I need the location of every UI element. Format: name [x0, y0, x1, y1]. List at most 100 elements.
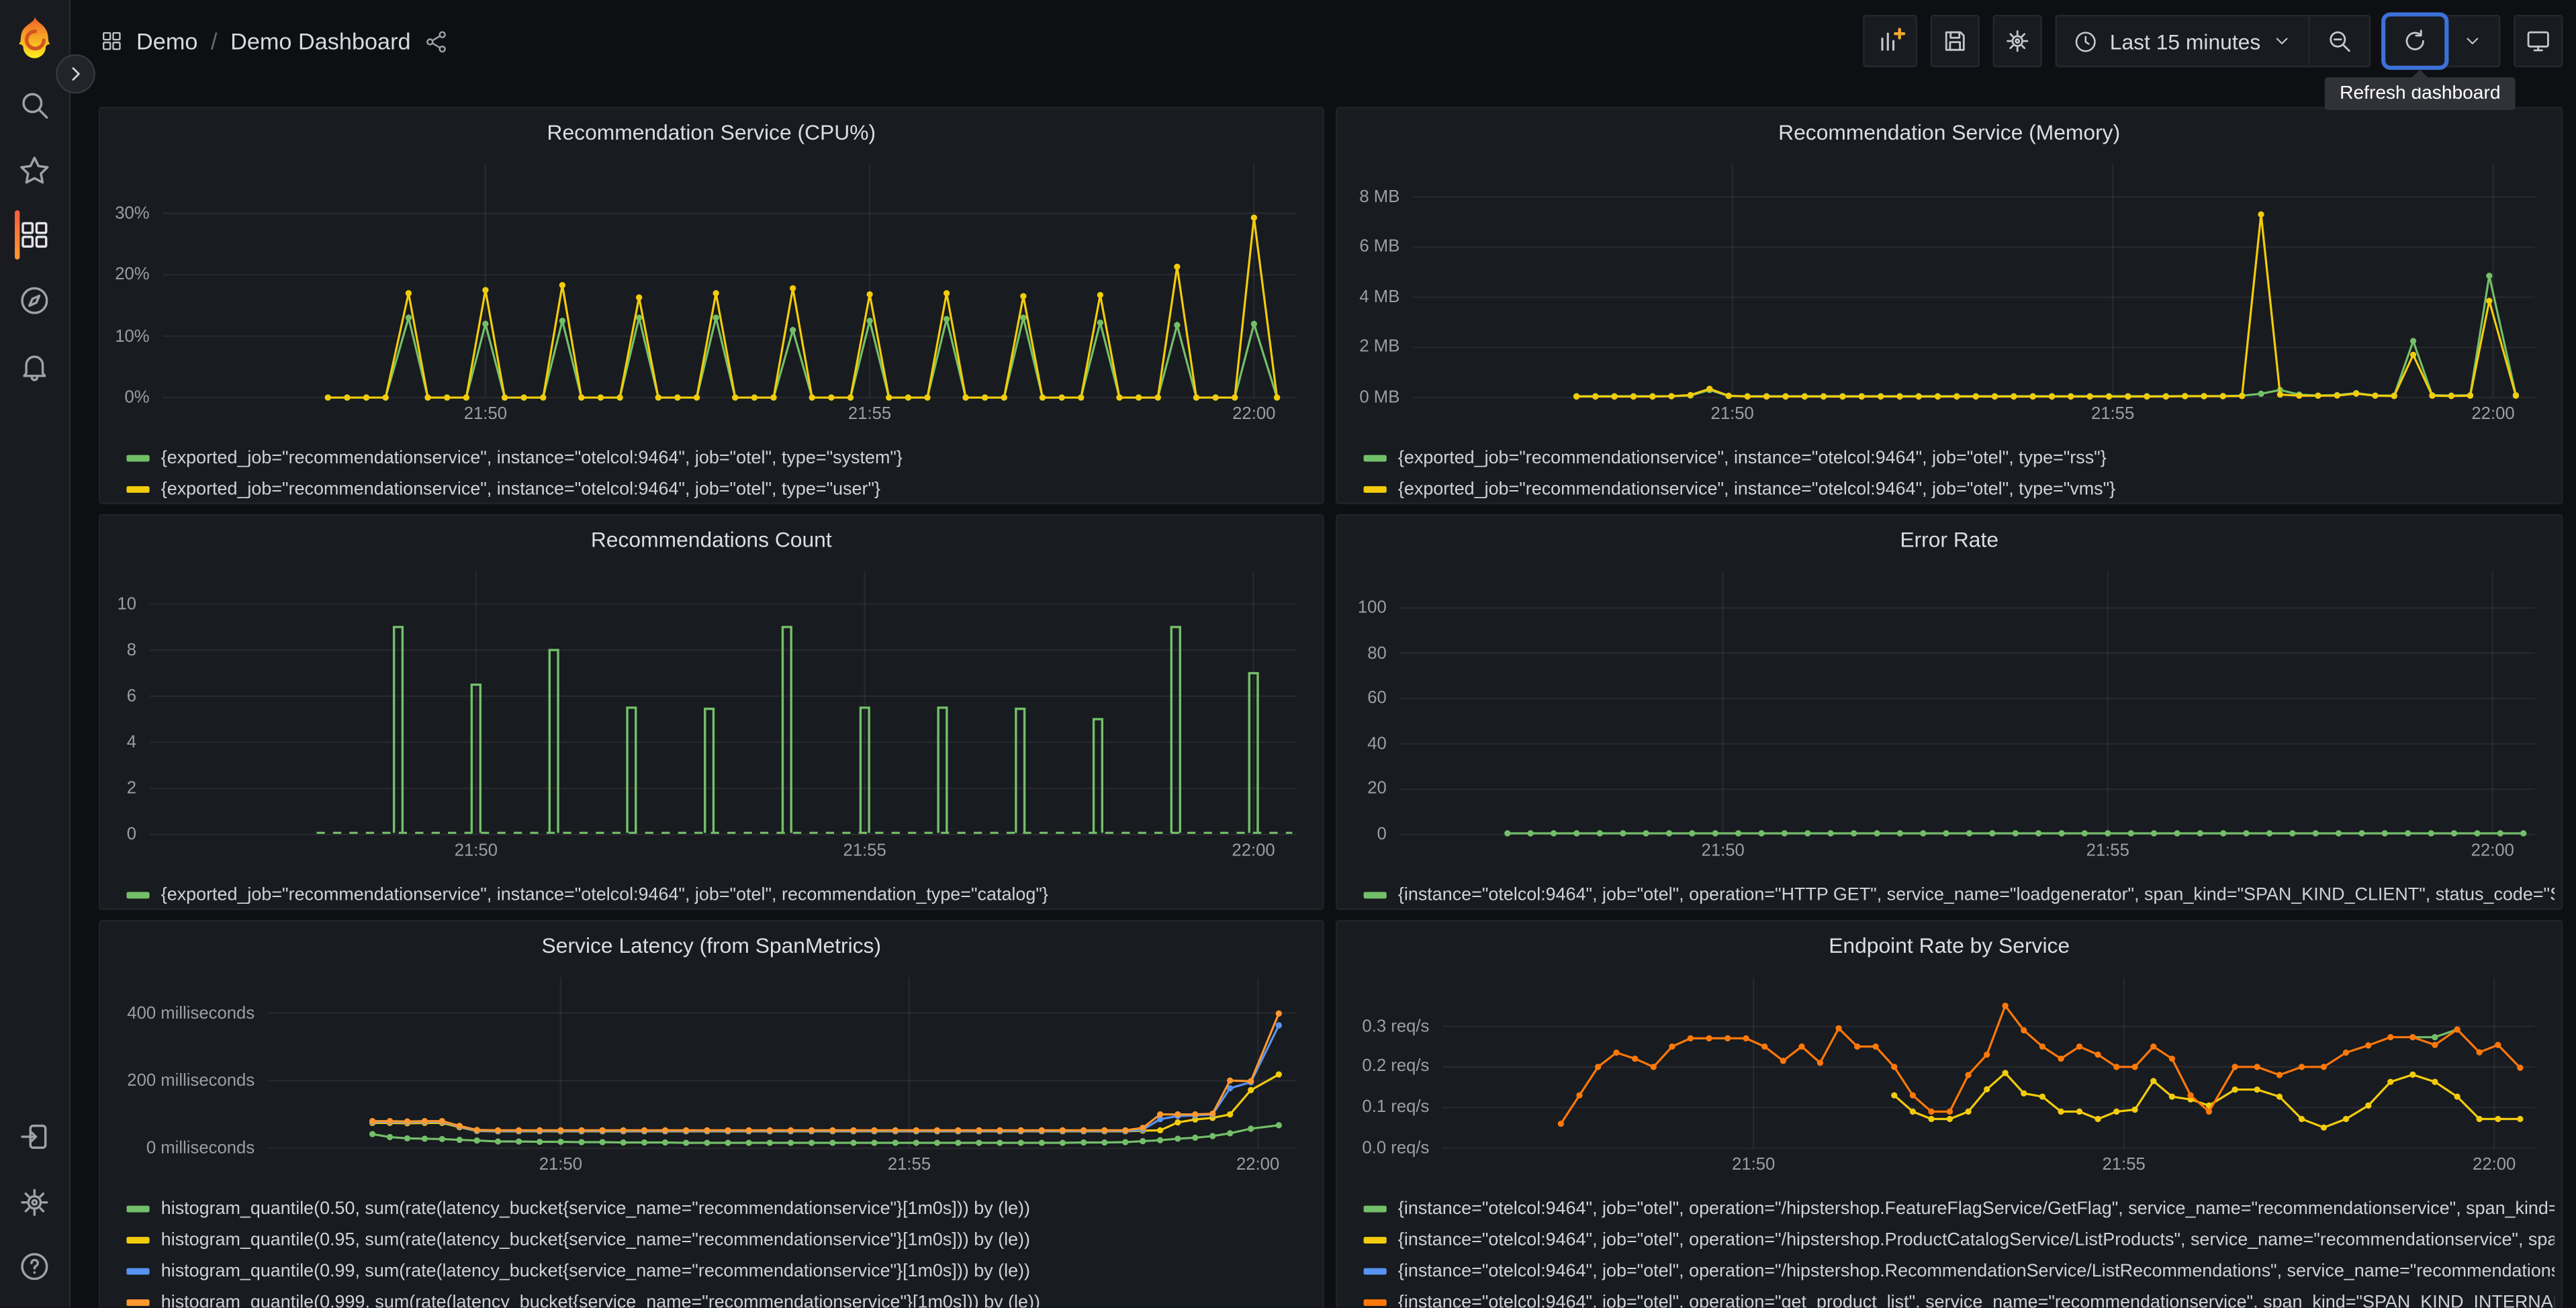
legend-item[interactable]: {instance="otelcol:9464", job="otel", op…: [1363, 1224, 2555, 1255]
breadcrumb-separator: /: [211, 28, 218, 54]
refresh-tooltip: Refresh dashboard: [2325, 77, 2516, 110]
apps-grid-icon: [103, 32, 121, 50]
gear-icon: [2007, 30, 2029, 52]
y-axis-label: 8 MB: [1359, 187, 1400, 207]
x-axis-label: 21:55: [887, 1154, 931, 1175]
breadcrumb-page[interactable]: Demo Dashboard: [230, 28, 410, 54]
legend-item[interactable]: {exported_job="recommendationservice", i…: [1363, 442, 2555, 473]
y-axis-label: 0.2 req/s: [1362, 1057, 1430, 1077]
legend-label: {instance="otelcol:9464", job="otel", op…: [1397, 1292, 2555, 1308]
panel-title[interactable]: Endpoint Rate by Service: [1337, 928, 2561, 964]
y-axis-label: 30%: [115, 203, 150, 224]
legend-item[interactable]: {instance="otelcol:9464", job="otel", op…: [1363, 1193, 2555, 1223]
legend-label: {exported_job="recommendationservice", i…: [1397, 447, 2107, 468]
legend: {exported_job="recommendationservice", i…: [100, 879, 1322, 908]
dashboard-settings-button[interactable]: [1993, 15, 2043, 68]
sidebar-item-search[interactable]: [15, 85, 54, 125]
time-range-picker[interactable]: Last 15 minutes: [2057, 16, 2308, 65]
dashboard-toolbar: Last 15 minutes: [1863, 15, 2563, 68]
add-panel-button[interactable]: [1863, 15, 1918, 68]
legend-label: {instance="otelcol:9464", job="otel", op…: [1397, 884, 2555, 904]
panel-title[interactable]: Recommendation Service (Memory): [1337, 115, 2561, 151]
chart-canvas: [267, 977, 1297, 1150]
panel-title[interactable]: Error Rate: [1337, 522, 2561, 559]
sidebar-item-starred[interactable]: [15, 151, 54, 191]
count-chart[interactable]: 0 2 4 6 8 10 21:50 21:55 22:00: [107, 559, 1316, 876]
y-axis-label: 0 MB: [1359, 387, 1400, 408]
gear-icon: [21, 1188, 48, 1216]
share-icon[interactable]: [424, 29, 449, 54]
legend-item[interactable]: {instance="otelcol:9464", job="otel", op…: [1363, 879, 2555, 908]
panel-endpoint-rate: Endpoint Rate by Service 0.0 req/s 0.1 re…: [1335, 920, 2563, 1308]
x-axis-label: 21:50: [1701, 841, 1745, 861]
refresh-interval-dropdown[interactable]: [2444, 16, 2499, 66]
count-pulse: [626, 706, 637, 833]
series-listproducts: [1893, 1071, 2520, 1129]
y-axis-label: 4 MB: [1359, 287, 1400, 308]
refresh-dashboard-button[interactable]: [2385, 16, 2444, 65]
series-p95: [372, 1073, 1280, 1133]
error-rate-chart[interactable]: 0 20 40 60 80 100 21:50 21:55 22:00: [1344, 559, 2555, 876]
legend-label: histogram_quantile(0.50, sum(rate(latenc…: [160, 1198, 1030, 1219]
time-range-label: Last 15 minutes: [2109, 28, 2261, 54]
help-icon: [21, 1253, 48, 1280]
panel-title[interactable]: Recommendation Service (CPU%): [100, 115, 1322, 151]
series-vms: [1576, 214, 2517, 398]
latency-chart[interactable]: 0 milliseconds 200 milliseconds 400 millis…: [107, 964, 1316, 1189]
panel-recommendation-memory: Recommendation Service (Memory) 0 MB 2 MB…: [1335, 107, 2563, 505]
legend-item[interactable]: histogram_quantile(0.95, sum(rate(latenc…: [126, 1224, 1316, 1255]
sidebar-item-help[interactable]: [15, 1247, 54, 1287]
sidebar-item-alerting[interactable]: [15, 346, 54, 386]
legend-item[interactable]: {exported_job="recommendationservice", i…: [126, 473, 1316, 503]
grafana-app: Demo / Demo Dashboard Last 15 minutes Re…: [0, 0, 2576, 1308]
legend-swatch: [126, 1235, 150, 1243]
refresh-icon: [2405, 30, 2424, 50]
legend-swatch: [1363, 454, 1387, 461]
y-axis-label: 0: [1377, 825, 1387, 845]
x-axis-label: 21:50: [463, 404, 507, 424]
expand-sidebar-button[interactable]: [56, 54, 95, 94]
y-axis-label: 0 milliseconds: [146, 1138, 255, 1158]
legend-item[interactable]: {exported_job="recommendationservice", i…: [1363, 473, 2555, 503]
legend-item[interactable]: {exported_job="recommendationservice", i…: [126, 442, 1316, 473]
x-axis-label: 21:50: [1710, 404, 1754, 424]
legend-label: {exported_job="recommendationservice", i…: [160, 884, 1048, 904]
y-axis-label: 100: [1357, 598, 1387, 618]
memory-chart[interactable]: 0 MB 2 MB 4 MB 6 MB 8 MB 21:50 21:55 22:00: [1344, 151, 2555, 438]
sidebar-item-configuration[interactable]: [15, 1182, 54, 1222]
sidebar-item-dashboards[interactable]: [15, 210, 54, 260]
legend-item[interactable]: {instance="otelcol:9464", job="otel", op…: [1363, 1287, 2555, 1308]
y-axis-label: 2 MB: [1359, 337, 1400, 357]
legend-item[interactable]: histogram_quantile(0.99, sum(rate(latenc…: [126, 1255, 1316, 1286]
cpu-chart[interactable]: 0% 10% 20% 30% 21:50 21:55 22:00: [107, 151, 1316, 438]
legend-swatch: [126, 1205, 150, 1212]
chevron-down-icon: [2467, 38, 2479, 44]
sidebar-item-explore[interactable]: [15, 281, 54, 320]
x-axis-label: 21:50: [1732, 1154, 1776, 1175]
count-pulse: [1092, 718, 1104, 833]
legend-item[interactable]: histogram_quantile(0.999, sum(rate(laten…: [126, 1287, 1316, 1307]
chart-canvas: [149, 571, 1297, 836]
legend-swatch: [1363, 1267, 1387, 1274]
legend-item[interactable]: {instance="otelcol:9464", job="otel", op…: [1363, 1255, 2555, 1286]
panel-title[interactable]: Recommendations Count: [100, 522, 1322, 559]
zoom-out-time-button[interactable]: [2308, 16, 2369, 66]
legend-item[interactable]: {exported_job="recommendationservice", i…: [126, 879, 1316, 908]
legend-label: {instance="otelcol:9464", job="otel", op…: [1397, 1198, 2555, 1219]
kiosk-mode-button[interactable]: [2514, 15, 2563, 68]
x-axis-label: 21:55: [2086, 841, 2129, 861]
y-axis-label: 200 milliseconds: [127, 1070, 255, 1090]
legend-item[interactable]: histogram_quantile(0.50, sum(rate(latenc…: [126, 1193, 1316, 1223]
endpoint-rate-chart[interactable]: 0.0 req/s 0.1 req/s 0.2 req/s 0.3 req/s 21:5…: [1344, 964, 2555, 1189]
chart-canvas: [1399, 571, 2535, 837]
y-axis-label: 2: [126, 778, 137, 798]
grafana-logo[interactable]: [11, 15, 58, 61]
sidebar-item-sign-in[interactable]: [15, 1117, 54, 1157]
panel-title[interactable]: Service Latency (from SpanMetrics): [100, 928, 1322, 964]
save-dashboard-button[interactable]: [1931, 15, 1980, 68]
refresh-group: [2383, 15, 2501, 68]
x-axis-label: 22:00: [2471, 404, 2515, 424]
breadcrumb-section[interactable]: Demo: [136, 28, 197, 54]
y-axis-label: 40: [1367, 734, 1387, 754]
x-axis-label: 21:55: [843, 841, 886, 861]
